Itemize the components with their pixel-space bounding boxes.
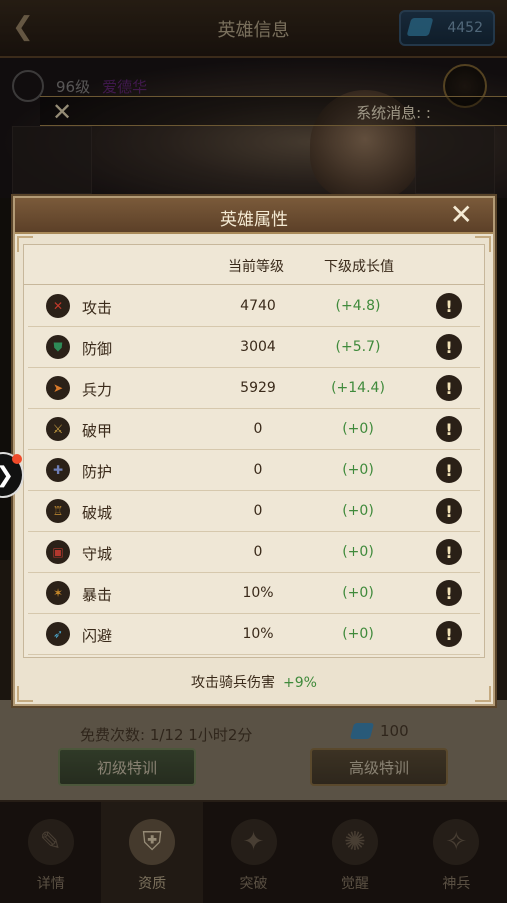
table-header: 当前等级 下级成长值: [24, 245, 484, 285]
info-icon[interactable]: !: [436, 621, 462, 647]
cavalry-damage-bonus: 攻击骑兵伤害 +9%: [15, 672, 493, 692]
info-icon[interactable]: !: [436, 375, 462, 401]
header-next-growth: 下级成长值: [324, 259, 394, 275]
attribute-name: 防护: [82, 463, 113, 481]
attribute-current: 3004: [240, 339, 276, 355]
attribute-current: 5929: [240, 380, 276, 396]
table-row: ✚ 防护 0 (+0)!: [28, 450, 480, 491]
info-icon[interactable]: !: [436, 498, 462, 524]
table-row: ⚔ 破甲 0 (+0)!: [28, 409, 480, 450]
chevron-right-icon: ❯: [0, 463, 14, 488]
attribute-name: 破城: [82, 504, 113, 522]
hero-attributes-dialog: 英雄属性 ✕ 当前等级 下级成长值 ✕ 攻击 4740 (+4.8)! ⛊ 防御 3004 (…: [13, 196, 495, 706]
attack-icon: ✕: [46, 294, 70, 318]
info-icon[interactable]: !: [436, 416, 462, 442]
attributes-table: 当前等级 下级成长值 ✕ 攻击 4740 (+4.8)! ⛊ 防御 3004 (+5.7)! ➤…: [23, 244, 485, 658]
attribute-name: 防御: [82, 340, 113, 358]
city-defense-icon: ▣: [46, 540, 70, 564]
info-icon[interactable]: !: [436, 539, 462, 565]
troops-icon: ➤: [46, 376, 70, 400]
critical-icon: ✶: [46, 581, 70, 605]
table-row: ⛊ 防御 3004 (+5.7)!: [28, 327, 480, 368]
defense-icon: ⛊: [46, 335, 70, 359]
attribute-name: 破甲: [82, 422, 113, 440]
table-row: ✶ 暴击 10% (+0)!: [28, 573, 480, 614]
attribute-next-growth: (+14.4): [331, 380, 385, 396]
info-icon[interactable]: !: [436, 334, 462, 360]
attribute-current: 0: [253, 421, 263, 437]
info-icon[interactable]: !: [436, 293, 462, 319]
table-row: ➤ 兵力 5929 (+14.4)!: [28, 368, 480, 409]
dialog-header: 英雄属性 ✕: [15, 198, 493, 234]
attribute-name: 暴击: [82, 586, 113, 604]
dialog-title: 英雄属性: [220, 210, 288, 230]
dodge-icon: ➶: [46, 622, 70, 646]
attribute-next-growth: (+0): [342, 503, 374, 519]
bonus-value: +9%: [283, 675, 317, 691]
attribute-current: 10%: [242, 585, 274, 601]
attribute-next-growth: (+0): [342, 544, 374, 560]
attribute-current: 0: [253, 503, 263, 519]
header-current-level: 当前等级: [228, 259, 284, 275]
siege-icon: ♖: [46, 499, 70, 523]
attribute-current: 0: [253, 544, 263, 560]
attribute-next-growth: (+0): [342, 626, 374, 642]
attribute-next-growth: (+5.7): [335, 339, 381, 355]
attribute-name: 守城: [82, 545, 113, 563]
attribute-name: 兵力: [82, 381, 113, 399]
info-icon[interactable]: !: [436, 580, 462, 606]
armor-break-icon: ⚔: [46, 417, 70, 441]
attribute-next-growth: (+0): [342, 585, 374, 601]
close-icon[interactable]: ✕: [450, 199, 473, 231]
table-row: ✕ 攻击 4740 (+4.8)!: [28, 286, 480, 327]
attribute-current: 4740: [240, 298, 276, 314]
table-row: ➶ 闪避 10% (+0)!: [28, 614, 480, 655]
attribute-name: 闪避: [82, 627, 113, 645]
protection-icon: ✚: [46, 458, 70, 482]
bonus-label: 攻击骑兵伤害: [191, 675, 276, 691]
info-icon[interactable]: !: [436, 457, 462, 483]
table-row: ♖ 破城 0 (+0)!: [28, 491, 480, 532]
notification-dot: [12, 454, 22, 464]
attribute-current: 0: [253, 462, 263, 478]
attribute-next-growth: (+0): [342, 462, 374, 478]
attribute-next-growth: (+0): [342, 421, 374, 437]
table-row: ▣ 守城 0 (+0)!: [28, 532, 480, 573]
attribute-name: 攻击: [82, 299, 113, 317]
attribute-current: 10%: [242, 626, 274, 642]
attribute-next-growth: (+4.8): [335, 298, 381, 314]
